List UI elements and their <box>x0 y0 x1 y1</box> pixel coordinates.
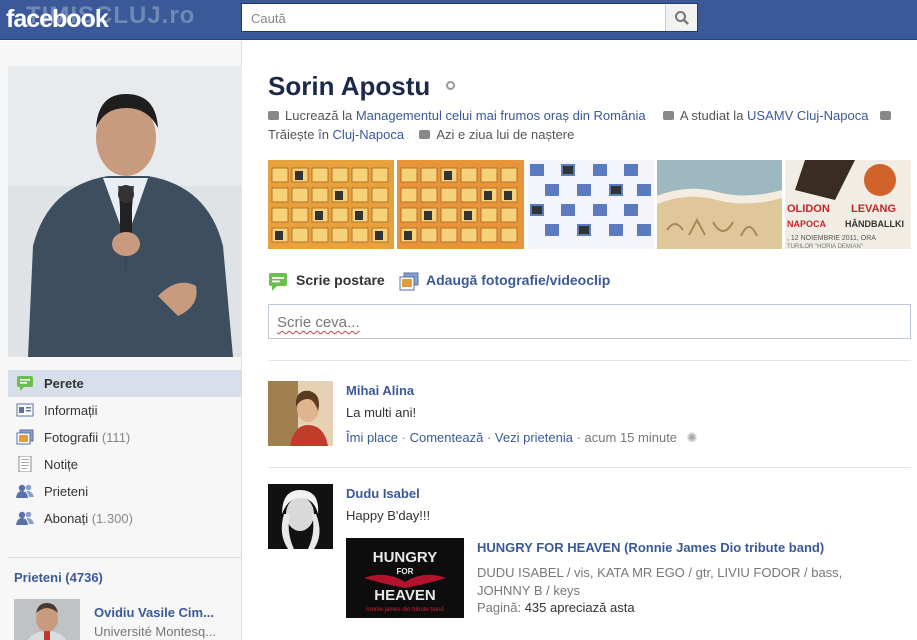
nav-item-label: Informații <box>44 403 98 418</box>
page-likes-value: 435 apreciază asta <box>524 600 635 615</box>
top-bar: TIMISCLUJ.ro facebook Caută <box>0 0 917 40</box>
nav-item-info[interactable]: Informații <box>8 397 241 424</box>
wall-icon <box>17 376 33 391</box>
feed-divider <box>268 467 911 468</box>
profile-name: Sorin Apostu <box>268 71 431 101</box>
subscribers-icon <box>16 511 34 525</box>
search-input[interactable]: Caută <box>251 11 286 26</box>
shared-link-description: DUDU ISABEL / vis, KATA MR EGO / gtr, LI… <box>477 565 843 598</box>
svg-text:TURILOR "HORIA DEMIAN": TURILOR "HORIA DEMIAN" <box>787 244 863 249</box>
left-divider <box>8 557 241 558</box>
work-link[interactable]: Managementul celui mai frumos oraș din R… <box>356 108 646 123</box>
notes-icon <box>18 456 32 472</box>
calendar-photo-icon <box>397 160 524 249</box>
share-image-line-2: FOR <box>397 567 414 576</box>
strip-photo-4[interactable] <box>657 160 782 249</box>
left-column: Perete Informații Fotografii (111) Notiț… <box>0 41 242 640</box>
shared-link-page-likes: Pagină: 435 apreciază asta <box>477 600 635 615</box>
post-author-name[interactable]: Mihai Alina <box>346 383 414 398</box>
study-link[interactable]: USAMV Cluj-Napoca <box>747 108 868 123</box>
work-icon <box>268 111 279 120</box>
post-composer[interactable]: Scrie ceva... <box>268 304 911 339</box>
see-friendship-link[interactable]: Vezi prietenia <box>495 430 573 445</box>
nav-item-count: (111) <box>101 430 131 445</box>
post-message: La multi ani! <box>346 405 417 420</box>
feed-divider <box>268 360 911 361</box>
info-icon <box>16 403 34 417</box>
search-box[interactable]: Caută <box>241 3 698 32</box>
profile-info-line-1: Lucrează la Managementul celui mai frumo… <box>268 108 897 123</box>
svg-text:NAPOCA: NAPOCA <box>787 219 827 229</box>
photo-video-icon <box>399 272 419 291</box>
post-message: Happy B'day!!! <box>346 508 431 523</box>
calendar-photo-icon <box>268 160 394 249</box>
comment-link[interactable]: Comentează <box>410 430 484 445</box>
strip-photo-1[interactable] <box>268 160 394 249</box>
online-status-icon <box>446 81 455 90</box>
friend-subtitle: Université Montesq... <box>94 624 217 639</box>
nav-item-label: Abonați <box>44 511 89 526</box>
status-icon <box>269 273 287 291</box>
profile-info-line-2: Trăiește în Cluj-Napoca Azi e ziua lui d… <box>268 127 574 142</box>
live-link[interactable]: Cluj-Napoca <box>333 127 405 142</box>
post-actions: Îmi place · Comentează · Vezi prietenia … <box>346 430 698 445</box>
photos-icon <box>16 429 34 445</box>
page-label: Pagină: <box>477 600 525 615</box>
post-author-name[interactable]: Dudu Isabel <box>346 486 420 501</box>
photo-grid-icon <box>527 160 654 249</box>
share-image-line-4: ronnie james dio tribute band <box>366 607 443 613</box>
post-timestamp[interactable]: acum 15 minute <box>585 430 678 445</box>
more-icon <box>880 111 892 120</box>
svg-text:OLIDON: OLIDON <box>787 203 830 215</box>
post-author-avatar[interactable] <box>268 381 333 446</box>
tab-add-photo-label: Adaugă fotografie/videoclip <box>426 272 611 288</box>
share-image-line-3: HEAVEN <box>374 587 435 604</box>
share-image-line-1: HUNGRY <box>373 549 437 566</box>
friends-section-title[interactable]: Prieteni (4736) <box>14 570 103 585</box>
svg-text:HÂNDBALLKI: HÂNDBALLKI <box>845 218 904 229</box>
friends-icon <box>16 484 34 498</box>
nav-item-label: Perete <box>44 376 84 391</box>
shared-link-title[interactable]: HUNGRY FOR HEAVEN (Ronnie James Dio trib… <box>477 540 824 555</box>
study-prefix: A studiat la <box>679 108 748 123</box>
strip-photo-5[interactable]: OLIDON LEVANG NAPOCA HÂNDBALLKI , 12 NOI… <box>785 160 911 249</box>
nav-item-notes[interactable]: Notițe <box>8 451 241 478</box>
like-link[interactable]: Îmi place <box>346 430 398 445</box>
nav-item-label: Prieteni <box>44 484 89 499</box>
friend-avatar[interactable] <box>14 599 80 640</box>
svg-text:LEVANG: LEVANG <box>851 203 896 215</box>
search-button[interactable] <box>665 4 697 31</box>
nav-item-friends[interactable]: Prieteni <box>8 478 241 505</box>
nav-item-subscribers[interactable]: Abonați (1.300) <box>8 505 241 532</box>
strip-photo-2[interactable] <box>397 160 524 249</box>
birthday-text: Azi e ziua lui de naștere <box>436 127 575 142</box>
work-prefix: Lucrează la <box>285 108 356 123</box>
live-prefix: Trăiește în <box>268 127 333 142</box>
gear-icon[interactable]: ✺ <box>687 430 698 445</box>
tab-write-post-label: Scrie postare <box>296 272 385 288</box>
shared-link-image[interactable]: HUNGRY FOR HEAVEN ronnie james dio tribu… <box>346 538 464 618</box>
post-author-avatar[interactable] <box>268 484 333 549</box>
profile-nav: Perete Informații Fotografii (111) Notiț… <box>8 370 241 532</box>
profile-picture[interactable] <box>8 66 242 357</box>
tab-add-photo[interactable]: Adaugă fotografie/videoclip <box>399 272 611 291</box>
poster-photo-icon: OLIDON LEVANG NAPOCA HÂNDBALLKI , 12 NOI… <box>785 160 911 249</box>
nav-item-label: Fotografii <box>44 430 99 445</box>
search-icon <box>675 11 689 25</box>
composer-input[interactable]: Scrie ceva... <box>277 314 360 331</box>
svg-text:, 12 NOIEMBRIE 2011, ORA: , 12 NOIEMBRIE 2011, ORA <box>787 235 876 242</box>
nav-item-wall[interactable]: Perete <box>8 370 241 397</box>
friend-name[interactable]: Ovidiu Vasile Cim... <box>94 605 214 620</box>
strip-photo-3[interactable] <box>527 160 654 249</box>
study-icon <box>662 111 674 120</box>
nav-item-photos[interactable]: Fotografii (111) <box>8 424 241 451</box>
birthday-icon <box>419 130 431 139</box>
tab-write-post[interactable]: Scrie postare <box>268 272 385 291</box>
beach-photo-icon <box>657 160 782 249</box>
nav-item-label: Notițe <box>44 457 78 472</box>
facebook-logo[interactable]: facebook <box>6 5 109 34</box>
nav-item-count: (1.300) <box>91 511 133 526</box>
